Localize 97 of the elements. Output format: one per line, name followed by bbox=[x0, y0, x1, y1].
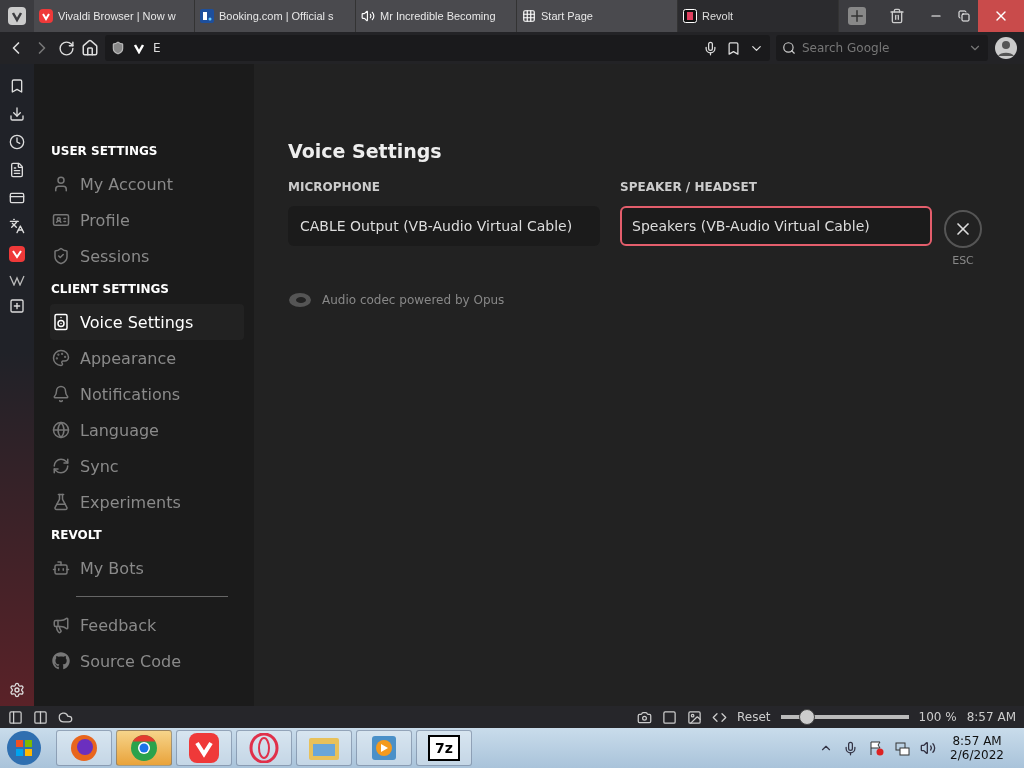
panel-toggle-icon[interactable] bbox=[8, 709, 23, 725]
id-card-icon bbox=[52, 211, 70, 229]
browser-tab[interactable]: Mr Incredible Becoming bbox=[356, 0, 517, 32]
taskbar-clock[interactable]: 8:57 AM 2/6/2022 bbox=[950, 734, 1004, 762]
grid-icon bbox=[522, 9, 536, 23]
section-heading: USER SETTINGS bbox=[51, 144, 159, 158]
vivaldi-logo-icon bbox=[133, 42, 145, 54]
wikipedia-icon[interactable] bbox=[9, 274, 25, 286]
7zip-icon[interactable]: 7z bbox=[428, 735, 460, 761]
image-icon[interactable] bbox=[687, 709, 702, 725]
user-icon bbox=[52, 175, 70, 193]
section-heading: REVOLT bbox=[51, 528, 103, 542]
taskbar-app[interactable] bbox=[356, 730, 412, 766]
new-tab-icon[interactable] bbox=[848, 7, 866, 25]
browser-tab[interactable]: Booking.com | Official s bbox=[195, 0, 356, 32]
vivaldi-icon bbox=[39, 9, 53, 23]
speaker-icon bbox=[361, 9, 375, 23]
esc-label: ESC bbox=[952, 254, 974, 267]
cloud-icon[interactable] bbox=[58, 709, 73, 725]
bookmark-icon[interactable] bbox=[9, 78, 25, 94]
settings-icon[interactable] bbox=[9, 682, 25, 698]
restore-icon[interactable] bbox=[958, 10, 970, 22]
media-player-icon[interactable] bbox=[369, 733, 399, 763]
add-panel-icon[interactable] bbox=[9, 298, 25, 314]
codec-note: Audio codec powered by Opus bbox=[322, 293, 505, 307]
sidebar-item[interactable]: My Bots bbox=[50, 550, 244, 586]
browser-tab[interactable]: Vivaldi Browser | Now w bbox=[34, 0, 195, 32]
github-icon bbox=[52, 652, 70, 670]
megaphone-icon bbox=[52, 616, 70, 634]
sync-icon bbox=[52, 457, 70, 475]
taskbar-app[interactable] bbox=[236, 730, 292, 766]
globe-icon bbox=[52, 421, 70, 439]
camera-icon[interactable] bbox=[637, 709, 652, 725]
device-select[interactable]: Speakers (VB-Audio Virtual Cable) bbox=[620, 206, 932, 246]
vivaldi-menu-icon[interactable] bbox=[8, 7, 26, 25]
sidebar-item[interactable]: Sync bbox=[50, 448, 244, 484]
search-field[interactable]: Search Google bbox=[776, 35, 988, 61]
bell-icon bbox=[52, 385, 70, 403]
sidebar-item[interactable]: Appearance bbox=[50, 340, 244, 376]
window-icon[interactable] bbox=[9, 190, 25, 206]
status-time: 8:57 AM bbox=[966, 710, 1016, 724]
microphone-icon[interactable] bbox=[703, 40, 718, 56]
home-icon[interactable] bbox=[81, 39, 99, 57]
sidebar-item[interactable]: My Account bbox=[50, 166, 244, 202]
browser-tab[interactable]: Revolt bbox=[678, 0, 839, 32]
reset-button[interactable]: Reset bbox=[737, 710, 771, 724]
notes-icon[interactable] bbox=[9, 162, 25, 178]
clock-icon[interactable] bbox=[9, 134, 25, 150]
booking-icon bbox=[200, 9, 214, 23]
flask-icon bbox=[52, 493, 70, 511]
window-icon[interactable] bbox=[662, 709, 677, 725]
vivaldi-icon[interactable] bbox=[9, 246, 25, 262]
taskbar-app[interactable] bbox=[176, 730, 232, 766]
sidebar-item[interactable]: Profile bbox=[50, 202, 244, 238]
firefox-icon[interactable] bbox=[69, 733, 99, 763]
sidebar-link[interactable]: Feedback bbox=[50, 607, 244, 643]
taskbar-app[interactable] bbox=[116, 730, 172, 766]
revolt-icon bbox=[683, 9, 697, 23]
trash-icon[interactable] bbox=[889, 8, 905, 24]
field-label: MICROPHONE bbox=[288, 180, 381, 194]
reload-icon[interactable] bbox=[58, 39, 75, 57]
volume-icon[interactable] bbox=[920, 740, 937, 756]
search-icon bbox=[782, 41, 796, 55]
opera-icon[interactable] bbox=[249, 733, 279, 763]
taskbar-app[interactable]: 7z bbox=[416, 730, 472, 766]
download-icon[interactable] bbox=[9, 106, 25, 122]
slider-thumb[interactable] bbox=[799, 709, 816, 725]
sidebar-link[interactable]: Source Code bbox=[50, 643, 244, 679]
tiling-icon[interactable] bbox=[33, 709, 48, 725]
microphone-icon[interactable] bbox=[843, 740, 859, 756]
sidebar-item[interactable]: Language bbox=[50, 412, 244, 448]
chrome-icon[interactable] bbox=[129, 733, 159, 763]
browser-tab[interactable]: Start Page bbox=[517, 0, 678, 32]
robot-icon bbox=[52, 559, 70, 577]
sidebar-item[interactable]: Notifications bbox=[50, 376, 244, 412]
page-title: Voice Settings bbox=[288, 140, 443, 162]
taskbar-app[interactable] bbox=[56, 730, 112, 766]
sidebar-item[interactable]: Sessions bbox=[50, 238, 244, 274]
sidebar-item[interactable]: Voice Settings bbox=[50, 304, 244, 340]
speaker-icon bbox=[52, 313, 70, 331]
device-select[interactable]: CABLE Output (VB-Audio Virtual Cable) bbox=[288, 206, 600, 246]
translate-icon[interactable] bbox=[9, 218, 25, 234]
shield-icon[interactable] bbox=[111, 41, 125, 55]
bookmark-icon[interactable] bbox=[726, 40, 741, 56]
network-icon[interactable] bbox=[894, 740, 911, 756]
zoom-level: 100 % bbox=[918, 710, 957, 724]
field-label: SPEAKER / HEADSET bbox=[620, 180, 758, 194]
flag-icon[interactable] bbox=[868, 740, 885, 756]
section-heading: CLIENT SETTINGS bbox=[51, 282, 170, 296]
address-field[interactable]: E bbox=[105, 35, 770, 61]
palette-icon bbox=[52, 349, 70, 367]
shield-icon bbox=[52, 247, 70, 265]
close-button[interactable] bbox=[944, 210, 982, 248]
sidebar-item[interactable]: Experiments bbox=[50, 484, 244, 520]
avatar-icon[interactable] bbox=[994, 36, 1018, 60]
opus-icon bbox=[288, 292, 312, 308]
start-button[interactable] bbox=[6, 730, 42, 766]
